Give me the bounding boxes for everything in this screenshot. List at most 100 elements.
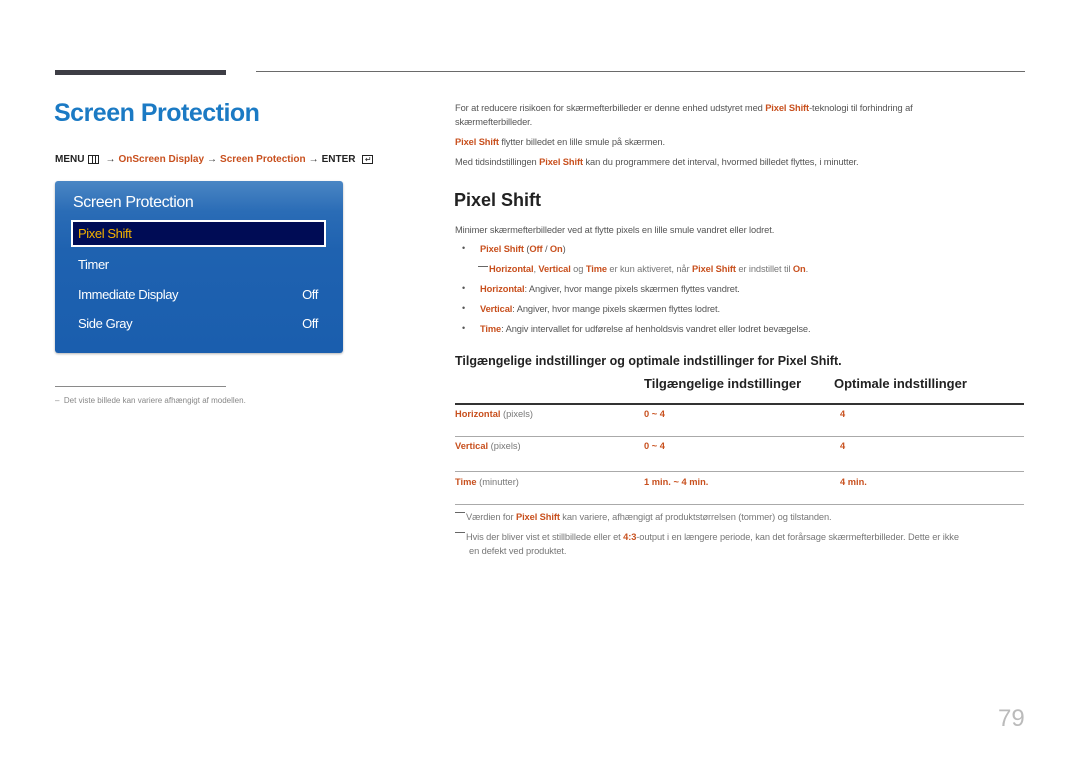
left-footnote: – Det viste billede kan variere afhængig… <box>55 396 246 405</box>
text: / <box>542 244 550 254</box>
highlight-term: Vertical <box>538 264 571 274</box>
text: kan du programmere det interval, hvormed… <box>582 157 859 167</box>
osd-item-label: Immediate Display <box>78 287 179 302</box>
osd-item-value: Off <box>302 316 318 331</box>
highlight-term: 4:3 <box>623 532 637 542</box>
menu-grid-icon <box>88 155 100 164</box>
table-heading: Tilgængelige indstillinger og optimale i… <box>455 354 842 368</box>
intro-paragraph-3: Med tidsindstillingen Pixel Shift kan du… <box>455 155 859 169</box>
table-cell-available: 0 ~ 4 <box>644 441 665 451</box>
table-row-label: Horizontal (pixels) <box>455 409 533 419</box>
table-row-divider <box>455 436 1024 437</box>
text: . <box>805 264 809 274</box>
note-2: Hvis der bliver vist et stillbillede ell… <box>455 530 959 544</box>
text: -teknologi til forhindring af <box>809 103 913 113</box>
table-top-rule <box>455 403 1024 405</box>
row-unit: (minutter) <box>476 477 519 487</box>
intro-paragraph-1: For at reducere risikoen for skærmefterb… <box>455 101 913 115</box>
osd-item-label: Side Gray <box>78 316 133 331</box>
highlight-term: Pixel Shift <box>539 157 583 167</box>
osd-item-side-gray[interactable]: Side Gray Off <box>71 310 326 337</box>
osd-menu-title: Screen Protection <box>73 194 194 211</box>
table-cell-available: 0 ~ 4 <box>644 409 665 419</box>
menu-step-screen-protection[interactable]: Screen Protection <box>220 154 306 165</box>
bullet-term: Time <box>480 324 502 334</box>
bullet-icon: • <box>462 283 466 293</box>
footnote-dash: – <box>55 396 60 405</box>
note-2-cont: en defekt ved produktet. <box>469 546 567 556</box>
note-dash-icon <box>455 512 465 513</box>
page-title: Screen Protection <box>54 99 260 127</box>
enter-icon: ↵ <box>361 155 373 164</box>
osd-menu-panel: Screen Protection Pixel Shift Timer Imme… <box>55 181 343 353</box>
option-value-off: Off <box>529 244 543 254</box>
row-name: Horizontal <box>455 409 501 419</box>
note-dash-icon <box>455 532 465 533</box>
highlight-term: Time <box>585 264 607 274</box>
enter-label: ENTER <box>321 154 356 165</box>
table-cell-optimal: 4 min. <box>840 477 867 487</box>
footnote-text: Det viste billede kan variere afhængigt … <box>63 396 246 405</box>
header-rule-thin <box>256 71 1025 72</box>
osd-item-value: Off <box>302 287 318 302</box>
bullet-horizontal: Horizontal: Angiver, hvor mange pixels s… <box>480 284 740 294</box>
bullet-time: Time: Angiv intervallet for udførelse af… <box>480 324 811 334</box>
menu-step-onscreen-display[interactable]: OnScreen Display <box>118 154 204 165</box>
row-name: Time <box>455 477 477 487</box>
page-number: 79 <box>998 705 1025 732</box>
note-dash-icon <box>478 266 488 267</box>
row-unit: (pixels) <box>488 441 521 451</box>
section-title: Pixel Shift <box>454 190 542 210</box>
text: kan variere, afhængigt af produktstørrel… <box>559 512 832 522</box>
osd-item-label: Timer <box>78 257 109 272</box>
text: Med tidsindstillingen <box>455 157 540 167</box>
menu-path: MENU → OnScreen Display → Screen Protect… <box>55 154 373 165</box>
osd-item-pixel-shift[interactable]: Pixel Shift <box>71 220 326 247</box>
footnote-divider <box>55 386 226 387</box>
table-cell-optimal: 4 <box>840 441 846 451</box>
text: -output i en længere periode, kan det fo… <box>636 532 959 542</box>
bullet-icon: • <box>462 243 466 253</box>
column-header-optimal: Optimale indstillinger <box>834 376 967 391</box>
highlight-term: Horizontal <box>489 264 534 274</box>
table-cell-available: 1 min. ~ 4 min. <box>644 477 709 487</box>
text: For at reducere risikoen for skærmefterb… <box>455 103 766 113</box>
text: er indstillet til <box>735 264 793 274</box>
bullet-text: : Angiv intervallet for udførelse af hen… <box>501 324 811 334</box>
header-rule-thick <box>55 70 226 75</box>
bullet-vertical: Vertical: Angiver, hvor mange pixels skæ… <box>480 304 720 314</box>
table-row-divider <box>455 471 1024 472</box>
arrow-icon: → <box>308 154 319 165</box>
bullet-icon: • <box>462 323 466 333</box>
text: ) <box>562 244 566 254</box>
text: flytter billedet en lille smule på skærm… <box>498 137 665 147</box>
osd-item-immediate-display[interactable]: Immediate Display Off <box>71 281 326 308</box>
bullet-text: : Angiver, hvor mange pixels skærmen fly… <box>524 284 740 294</box>
table-cell-optimal: 4 <box>840 409 846 419</box>
highlight-term: Pixel Shift <box>765 103 810 113</box>
arrow-icon: → <box>105 154 116 165</box>
table-row-label: Time (minutter) <box>455 477 519 487</box>
osd-item-label: Pixel Shift <box>78 226 132 241</box>
column-header-available: Tilgængelige indstillinger <box>644 376 802 391</box>
table-row-label: Vertical (pixels) <box>455 441 521 451</box>
intro-paragraph-1-cont: skærmefterbilleder. <box>455 117 533 127</box>
text: Hvis der bliver vist et stillbillede ell… <box>466 532 624 542</box>
text: Værdien for <box>466 512 516 522</box>
section-description: Minimer skærmefterbilleder ved at flytte… <box>455 225 775 235</box>
option-value-on: On <box>549 244 563 254</box>
bullet-term: Vertical <box>480 304 513 314</box>
note-1: Værdien for Pixel Shift kan variere, afh… <box>455 510 832 524</box>
option-pixel-shift: Pixel Shift (Off / On) <box>480 244 566 254</box>
highlight-term: Pixel Shift <box>515 512 560 522</box>
bullet-term: Horizontal <box>480 284 525 294</box>
bullet-icon: • <box>462 303 466 313</box>
text: og <box>570 264 586 274</box>
osd-item-timer[interactable]: Timer <box>71 251 326 278</box>
table-bottom-rule <box>455 504 1024 505</box>
menu-label: MENU <box>55 154 85 165</box>
highlight-term: Pixel Shift <box>455 137 499 147</box>
intro-paragraph-2: Pixel Shift flytter billedet en lille sm… <box>455 135 665 149</box>
bullet-text: : Angiver, hvor mange pixels skærmen fly… <box>512 304 720 314</box>
option-note: Horizontal, Vertical og Time er kun akti… <box>478 264 808 274</box>
